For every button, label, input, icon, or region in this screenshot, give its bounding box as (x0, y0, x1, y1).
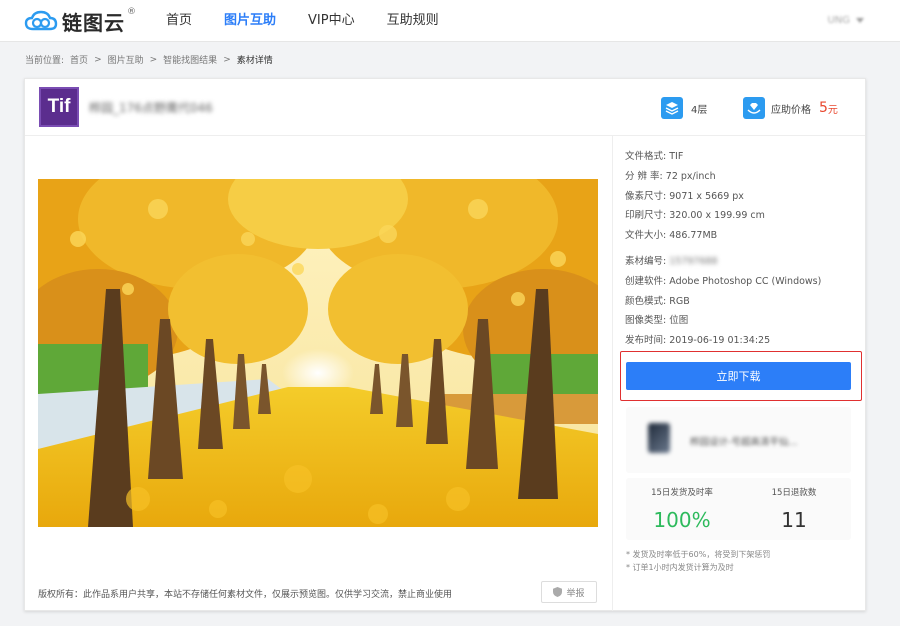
info-value: Adobe Photoshop CC (Windows) (669, 275, 822, 287)
layers-icon (661, 97, 683, 119)
top-header: 链图云 ® 首页 图片互助 VIP中心 互助规则 UNG (0, 0, 900, 42)
info-label: 发布时间: (625, 335, 667, 347)
material-id: 15797688 (669, 255, 718, 267)
breadcrumb: 当前位置: 首页 > 图片互助 > 智能找图结果 > 素材详情 (25, 53, 279, 67)
info-row: 创建软件: Adobe Photoshop CC (Windows) (625, 272, 857, 292)
info-row: 颜色模式: RGB (625, 292, 857, 312)
price-unit: 元 (827, 104, 838, 116)
breadcrumb-sep: > (149, 54, 158, 65)
seller-stats: 15日发货及时率 100% 15日退款数 11 (626, 478, 851, 540)
info-row: 分 辨 率: 72 px/inch (625, 167, 857, 187)
tif-file-icon: Tif (39, 87, 79, 127)
logo-text: 链图云 (62, 10, 125, 35)
info-value: 486.77MB (669, 230, 718, 242)
breadcrumb-sep: > (223, 54, 231, 65)
breadcrumb-home[interactable]: 首页 (70, 53, 88, 66)
info-label: 颜色模式: (625, 295, 667, 307)
info-value: 72 px/inch (665, 170, 716, 182)
info-label: 文件格式: (625, 151, 667, 162)
preview-image[interactable] (38, 179, 598, 527)
info-label: 像素尺寸: (625, 190, 667, 202)
main-nav: 首页 图片互助 VIP中心 互助规则 (166, 0, 471, 42)
info-row: 图像类型: 位图 (625, 311, 857, 331)
refund-value: 11 (781, 508, 807, 532)
material-detail-card: Tif 桦园_176点野鹰代046 4层 应助价格 5 元 版权所有：此作品系用… (24, 78, 866, 611)
download-button[interactable]: 立即下载 (626, 362, 851, 390)
info-label: 印刷尺寸: (625, 210, 667, 222)
nav-rules[interactable]: 互助规则 (387, 0, 439, 42)
info-label: 素材编号: (625, 255, 667, 267)
info-label: 分 辨 率: (625, 170, 663, 182)
seller-avatar (648, 423, 670, 453)
price-label: 应助价格 (771, 104, 811, 116)
info-row: 印刷尺寸: 320.00 x 199.99 cm (625, 206, 857, 226)
file-info-panel: 文件格式: TIF 分 辨 率: 72 px/inch 像素尺寸: 9071 x… (625, 147, 857, 351)
shipping-notes: * 发货及时率低于60%，将受到下架惩罚 * 订单1小时内发货计算为及时 (626, 548, 770, 574)
breadcrumb-current: 素材详情 (236, 56, 273, 66)
breadcrumb-prefix: 当前位置: (25, 56, 65, 66)
breadcrumb-image-help[interactable]: 图片互助 (108, 53, 144, 66)
ship-rate-label: 15日发货及时率 (651, 488, 713, 498)
diamond-hand-icon (743, 97, 765, 119)
price-value: 5 (819, 100, 828, 116)
info-row: 文件大小: 486.77MB (625, 226, 857, 246)
refund-stat: 15日退款数 11 (738, 486, 850, 532)
info-label: 图像类型: (625, 315, 667, 327)
note-line: * 订单1小时内发货计算为及时 (626, 563, 734, 572)
ship-rate-stat: 15日发货及时率 100% (626, 486, 738, 532)
registered-mark: ® (127, 7, 136, 17)
nav-vip[interactable]: VIP中心 (308, 0, 355, 42)
refund-label: 15日退款数 (771, 488, 817, 498)
preview-area: 版权所有：此作品系用户共享，本站不存储任何素材文件，仅展示预览图。仅供学习交流，… (25, 136, 613, 611)
ship-rate-value: 100% (653, 508, 711, 532)
info-row: 素材编号: 15797688 (625, 252, 857, 272)
info-row: 发布时间: 2019-06-19 01:34:25 (625, 331, 857, 351)
breadcrumb-search-results[interactable]: 智能找图结果 (163, 53, 217, 66)
chevron-down-icon (856, 18, 864, 23)
info-value: 9071 x 5669 px (669, 190, 744, 202)
site-logo[interactable]: 链图云 ® (24, 6, 136, 36)
info-label: 创建软件: (625, 275, 667, 287)
user-menu[interactable]: UNG (827, 15, 864, 26)
info-row: 像素尺寸: 9071 x 5669 px (625, 187, 857, 207)
info-value: TIF (669, 151, 684, 162)
layers-count: 4层 (691, 104, 708, 116)
user-name: UNG (827, 15, 850, 26)
nav-image-help[interactable]: 图片互助 (224, 0, 276, 42)
report-label: 举报 (566, 588, 585, 599)
info-value: 2019-06-19 01:34:25 (669, 335, 771, 347)
cloud-logo-icon (24, 10, 58, 31)
seller-name: 桦园设计-号超高清平仙... (690, 437, 798, 448)
info-value: RGB (669, 295, 690, 307)
layers-info: 4层 (661, 97, 707, 119)
shield-icon (553, 587, 563, 597)
breadcrumb-sep: > (94, 54, 102, 65)
card-header: Tif 桦园_176点野鹰代046 4层 应助价格 5 元 (25, 79, 865, 136)
price-info: 应助价格 5 元 (743, 97, 838, 119)
info-label: 文件大小: (625, 230, 667, 242)
info-row: 文件格式: TIF (625, 147, 857, 167)
note-line: * 发货及时率低于60%，将受到下架惩罚 (626, 550, 771, 559)
seller-card[interactable]: 桦园设计-号超高清平仙... (626, 407, 851, 473)
copyright-notice: 版权所有：此作品系用户共享，本站不存储任何素材文件，仅展示预览图。仅供学习交流，… (38, 590, 453, 600)
info-value: 320.00 x 199.99 cm (669, 210, 765, 222)
info-value: 位图 (669, 315, 689, 327)
file-title: 桦园_176点野鹰代046 (89, 101, 213, 115)
report-button[interactable]: 举报 (541, 581, 597, 603)
nav-home[interactable]: 首页 (166, 0, 192, 42)
